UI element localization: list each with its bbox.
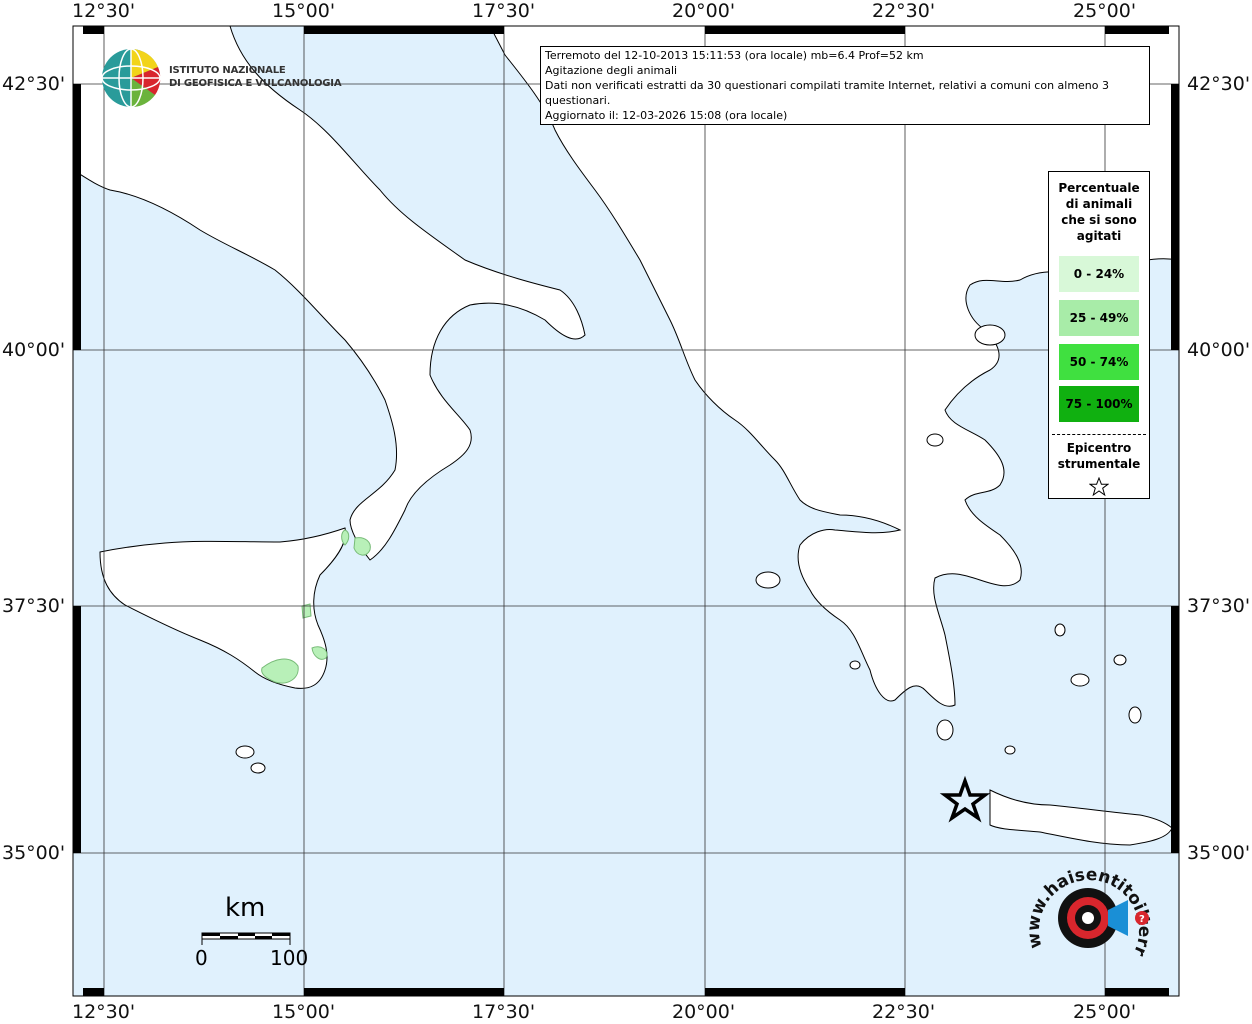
legend-divider (1052, 434, 1146, 435)
map-subject: Agitazione degli animali (545, 64, 678, 77)
lon-label: 17°30' (472, 1001, 536, 1023)
legend-class-2: 50 - 74% (1059, 344, 1139, 380)
lon-label: 25°00' (1073, 0, 1137, 22)
lon-label: 20°00' (672, 0, 736, 22)
lon-label: 22°30' (872, 0, 936, 22)
event-title: Terremoto del 12-10-2013 15:11:53 (ora l… (545, 49, 924, 62)
legend: Percentuale di animali che si sono agita… (1048, 171, 1150, 499)
lat-label: 40°00' (1187, 339, 1251, 361)
lat-label: 35°00' (2, 842, 66, 864)
legend-title-line: che si sono (1061, 213, 1137, 227)
ingv-logo (101, 48, 161, 108)
lon-label: 15°00' (272, 1001, 336, 1023)
legend-title-line: Percentuale (1058, 181, 1140, 195)
legend-title-line: di animali (1065, 197, 1133, 211)
updated-at: Aggiornato il: 12-03-2026 15:08 (ora loc… (545, 109, 788, 122)
lon-label: 17°30' (472, 0, 536, 22)
lat-label: 37°30' (2, 595, 66, 617)
legend-class-3: 75 - 100% (1059, 386, 1139, 422)
star-icon (1089, 477, 1109, 497)
lon-label: 25°00' (1073, 1001, 1137, 1023)
legend-title: Percentuale di animali che si sono agita… (1049, 180, 1149, 244)
event-info-box: Terremoto del 12-10-2013 15:11:53 (ora l… (540, 46, 1150, 125)
lat-label: 40°00' (2, 339, 66, 361)
lon-label: 20°00' (672, 1001, 736, 1023)
data-note: Dati non verificati estratti da 30 quest… (545, 79, 1110, 107)
legend-epicenter-line: strumentale (1057, 457, 1141, 471)
lon-label: 12°30' (72, 0, 136, 22)
haisentito-logo: www.haisentitoilterremoto.it ? (1024, 852, 1154, 960)
svg-text:?: ? (1139, 914, 1145, 925)
legend-class-0: 0 - 24% (1059, 256, 1139, 292)
legend-epicenter-line: Epicentro (1066, 441, 1132, 455)
lat-label: 37°30' (1187, 595, 1251, 617)
lat-label: 42°30' (1187, 73, 1251, 95)
legend-epicenter-label: Epicentro strumentale (1049, 440, 1149, 472)
lon-label: 15°00' (272, 0, 336, 22)
lat-label: 42°30' (2, 73, 66, 95)
lon-label: 12°30' (72, 1001, 136, 1023)
ingv-name-line: DI GEOFISICA E VULCANOLOGIA (169, 78, 342, 89)
legend-class-1: 25 - 49% (1059, 300, 1139, 336)
scale-max: 100 (270, 946, 309, 970)
ingv-name: ISTITUTO NAZIONALE DI GEOFISICA E VULCAN… (169, 64, 342, 90)
ingv-name-line: ISTITUTO NAZIONALE (169, 65, 286, 76)
lon-label: 22°30' (872, 1001, 936, 1023)
scale-unit: km (225, 893, 266, 923)
scale-min: 0 (195, 946, 208, 970)
lat-label: 35°00' (1187, 842, 1251, 864)
legend-title-line: agitati (1076, 229, 1122, 243)
